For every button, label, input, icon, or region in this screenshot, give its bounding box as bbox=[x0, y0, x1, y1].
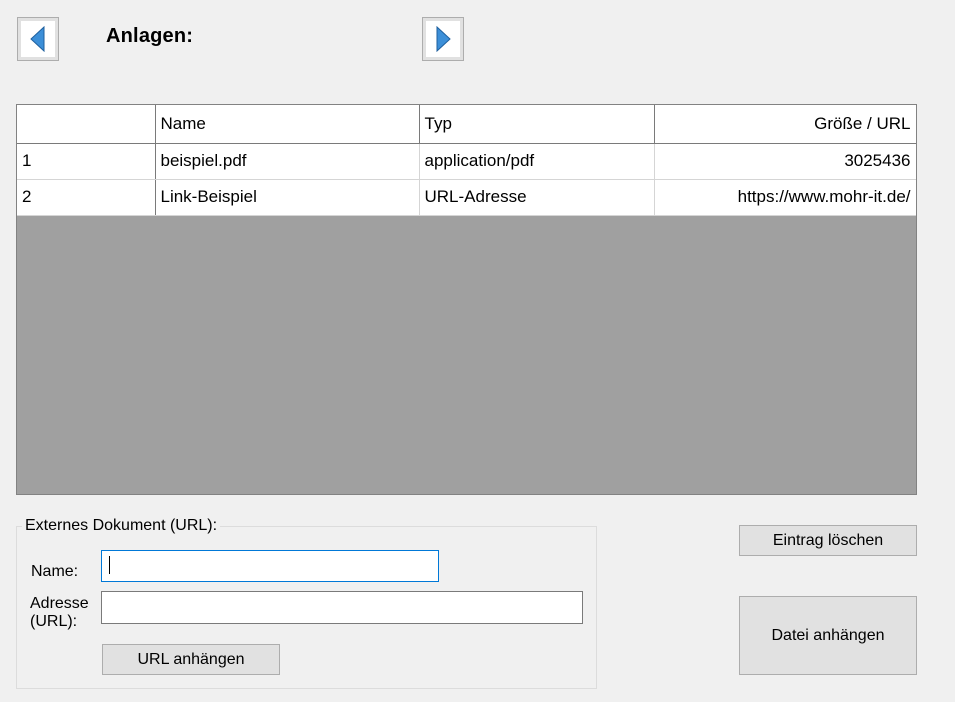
add-url-button[interactable]: URL anhängen bbox=[102, 644, 280, 675]
grid-corner-header[interactable] bbox=[17, 105, 156, 144]
text-caret bbox=[109, 556, 110, 574]
arrow-left-icon bbox=[30, 26, 45, 52]
cell-size-url[interactable]: https://www.mohr-it.de/ bbox=[654, 179, 916, 216]
table-row[interactable]: 1 beispiel.pdf application/pdf 3025436 bbox=[17, 143, 916, 180]
column-header-size-url[interactable]: Größe / URL bbox=[654, 105, 916, 144]
cell-name[interactable]: beispiel.pdf bbox=[155, 143, 420, 180]
name-label: Name: bbox=[31, 563, 79, 580]
column-header-type[interactable]: Typ bbox=[419, 105, 655, 144]
cell-type[interactable]: URL-Adresse bbox=[419, 179, 655, 216]
grid-header-row: Name Typ Größe / URL bbox=[17, 105, 916, 144]
url-input[interactable] bbox=[101, 591, 583, 624]
next-button[interactable] bbox=[422, 17, 464, 61]
previous-button[interactable] bbox=[17, 17, 59, 61]
name-input[interactable] bbox=[101, 550, 439, 582]
cell-name[interactable]: Link-Beispiel bbox=[155, 179, 420, 216]
cell-size-url[interactable]: 3025436 bbox=[654, 143, 916, 180]
delete-entry-button[interactable]: Eintrag löschen bbox=[739, 525, 917, 556]
row-number[interactable]: 1 bbox=[17, 143, 156, 180]
attachments-grid[interactable]: Name Typ Größe / URL 1 beispiel.pdf appl… bbox=[16, 104, 917, 495]
cell-type[interactable]: application/pdf bbox=[419, 143, 655, 180]
address-label-line2: (URL): bbox=[30, 613, 78, 630]
attach-file-button[interactable]: Datei anhängen bbox=[739, 596, 917, 675]
arrow-right-icon bbox=[436, 26, 451, 52]
column-header-name[interactable]: Name bbox=[155, 105, 420, 144]
group-legend: Externes Dokument (URL): bbox=[22, 517, 221, 535]
address-label-line1: Adresse bbox=[30, 595, 89, 612]
table-row[interactable]: 2 Link-Beispiel URL-Adresse https://www.… bbox=[17, 179, 916, 216]
page-title: Anlagen: bbox=[106, 25, 194, 47]
row-number[interactable]: 2 bbox=[17, 179, 156, 216]
